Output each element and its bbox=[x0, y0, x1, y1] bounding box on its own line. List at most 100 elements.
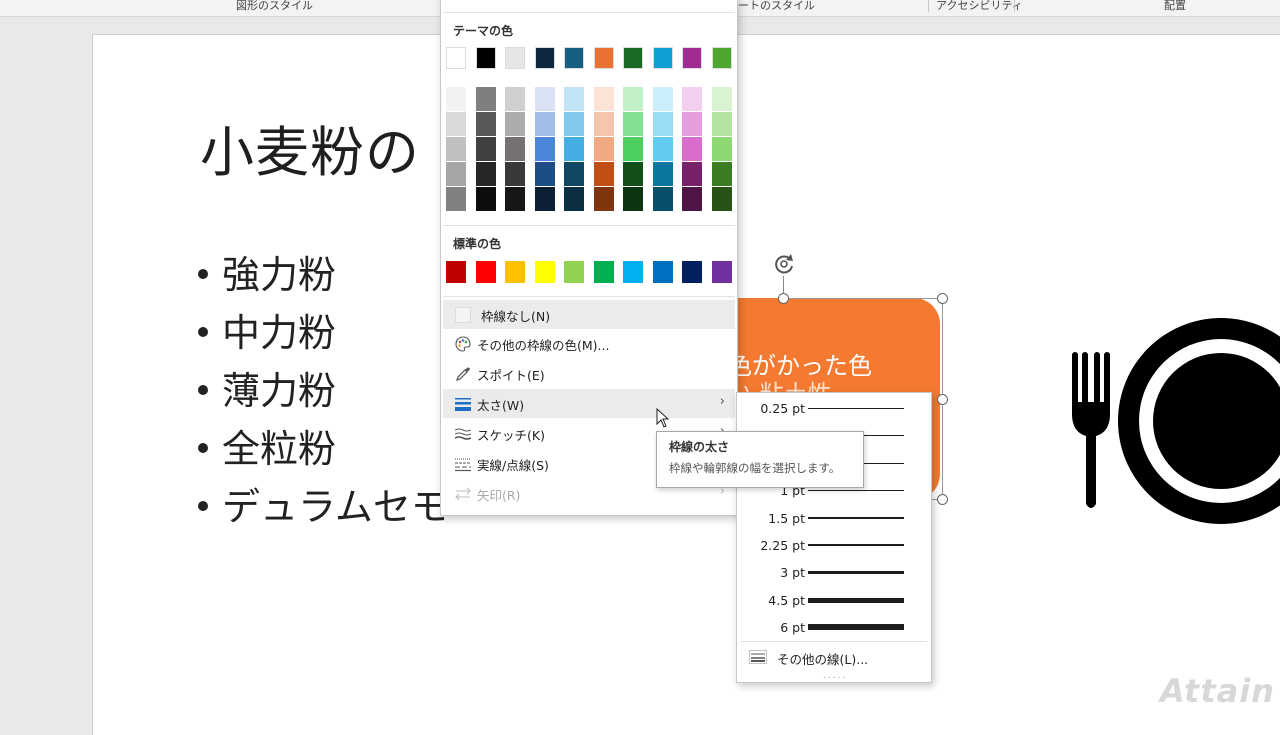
bullet-item[interactable]: 薄力粉 bbox=[198, 360, 336, 415]
theme-color-swatch[interactable] bbox=[505, 47, 525, 69]
theme-tint-swatch[interactable] bbox=[593, 112, 614, 136]
theme-tint-swatch[interactable] bbox=[505, 187, 525, 211]
theme-tint-swatch[interactable] bbox=[593, 87, 614, 111]
eyedropper-item[interactable]: スポイト(E) bbox=[443, 359, 735, 388]
ribbon-group-arrange[interactable]: 配置 bbox=[1164, 0, 1186, 13]
theme-tint-swatch[interactable] bbox=[475, 187, 496, 211]
more-outline-colors-item[interactable]: その他の枠線の色(M)... bbox=[443, 329, 735, 358]
fork-icon[interactable] bbox=[1068, 352, 1114, 512]
weight-option[interactable]: 3 pt bbox=[737, 559, 931, 586]
theme-tint-swatch[interactable] bbox=[593, 162, 614, 186]
theme-tint-swatch[interactable] bbox=[652, 187, 673, 211]
theme-color-swatch[interactable] bbox=[534, 47, 555, 69]
resize-handle-right[interactable] bbox=[937, 394, 948, 405]
weight-option[interactable]: 1.5 pt bbox=[737, 505, 931, 532]
slide-title[interactable]: 小麦粉の bbox=[200, 108, 420, 187]
more-lines-item[interactable]: その他の線(L)... bbox=[737, 646, 931, 670]
standard-color-swatch[interactable] bbox=[534, 261, 555, 283]
theme-tint-swatch[interactable] bbox=[564, 137, 584, 161]
standard-color-swatch[interactable] bbox=[623, 261, 643, 283]
theme-tint-swatch[interactable] bbox=[534, 187, 555, 211]
standard-color-swatch[interactable] bbox=[564, 261, 584, 283]
rotation-handle-icon[interactable] bbox=[771, 251, 797, 277]
weight-item[interactable]: 太さ(W) › bbox=[443, 389, 735, 418]
ribbon-group-shape-styles[interactable]: 図形のスタイル bbox=[236, 0, 313, 13]
theme-tint-swatch[interactable] bbox=[446, 187, 466, 211]
theme-tint-swatch[interactable] bbox=[564, 112, 584, 136]
standard-color-swatch[interactable] bbox=[652, 261, 673, 283]
ribbon-group-wordart-styles[interactable]: ートのスタイル bbox=[738, 0, 815, 13]
theme-tint-swatch[interactable] bbox=[593, 137, 614, 161]
theme-tint-swatch[interactable] bbox=[446, 87, 466, 111]
theme-tint-swatch[interactable] bbox=[652, 112, 673, 136]
theme-tint-swatch[interactable] bbox=[652, 162, 673, 186]
theme-color-swatch[interactable] bbox=[564, 47, 584, 69]
theme-color-swatch[interactable] bbox=[623, 47, 643, 69]
bullet-item[interactable]: 中力粉 bbox=[198, 302, 336, 357]
bullet-item[interactable]: デュラムセモ bbox=[198, 476, 449, 531]
theme-tint-swatch[interactable] bbox=[505, 137, 525, 161]
standard-color-swatch[interactable] bbox=[593, 261, 614, 283]
theme-color-swatch[interactable] bbox=[593, 47, 614, 69]
theme-tint-swatch[interactable] bbox=[623, 162, 643, 186]
theme-tint-swatch[interactable] bbox=[593, 187, 614, 211]
standard-color-swatch[interactable] bbox=[682, 261, 702, 283]
theme-tint-swatch[interactable] bbox=[564, 162, 584, 186]
weight-option[interactable]: 2.25 pt bbox=[737, 532, 931, 559]
theme-color-swatch[interactable] bbox=[711, 47, 732, 69]
theme-tint-swatch[interactable] bbox=[682, 137, 702, 161]
resize-grip-icon[interactable]: ..... bbox=[823, 671, 847, 681]
theme-tint-swatch[interactable] bbox=[475, 137, 496, 161]
theme-tint-swatch[interactable] bbox=[652, 87, 673, 111]
theme-tint-swatch[interactable] bbox=[623, 137, 643, 161]
theme-tint-swatch[interactable] bbox=[623, 187, 643, 211]
theme-tint-swatch[interactable] bbox=[534, 162, 555, 186]
standard-color-swatch[interactable] bbox=[475, 261, 496, 283]
resize-handle-top-right[interactable] bbox=[937, 293, 948, 304]
theme-tint-swatch[interactable] bbox=[505, 87, 525, 111]
theme-tint-swatch[interactable] bbox=[534, 112, 555, 136]
ribbon-group-accessibility[interactable]: アクセシビリティ bbox=[936, 0, 1023, 13]
bullet-item[interactable]: 全粒粉 bbox=[198, 418, 336, 473]
theme-tint-swatch[interactable] bbox=[475, 112, 496, 136]
theme-tint-swatch[interactable] bbox=[475, 87, 496, 111]
theme-color-swatch[interactable] bbox=[475, 47, 496, 69]
no-outline-item[interactable]: 枠線なし(N) bbox=[443, 300, 735, 329]
theme-tint-swatch[interactable] bbox=[623, 112, 643, 136]
theme-tint-swatch[interactable] bbox=[534, 137, 555, 161]
theme-tint-swatch[interactable] bbox=[564, 187, 584, 211]
theme-color-swatch[interactable] bbox=[652, 47, 673, 69]
theme-tint-swatch[interactable] bbox=[446, 137, 466, 161]
theme-tint-swatch[interactable] bbox=[475, 162, 496, 186]
bullet-dot bbox=[198, 384, 208, 395]
theme-tint-swatch[interactable] bbox=[682, 112, 702, 136]
theme-color-swatch[interactable] bbox=[446, 47, 466, 69]
theme-tint-swatch[interactable] bbox=[711, 137, 732, 161]
theme-tint-swatch[interactable] bbox=[623, 87, 643, 111]
theme-tint-swatch[interactable] bbox=[652, 137, 673, 161]
theme-tint-swatch[interactable] bbox=[711, 112, 732, 136]
weight-option[interactable]: 6 pt bbox=[737, 614, 931, 641]
resize-handle-top[interactable] bbox=[778, 293, 789, 304]
bullet-item[interactable]: 強力粉 bbox=[198, 244, 336, 299]
theme-tint-swatch[interactable] bbox=[682, 87, 702, 111]
theme-tint-swatch[interactable] bbox=[682, 162, 702, 186]
theme-tint-swatch[interactable] bbox=[711, 162, 732, 186]
weight-option[interactable]: 4.5 pt bbox=[737, 587, 931, 614]
theme-tint-swatch[interactable] bbox=[446, 162, 466, 186]
theme-tint-swatch[interactable] bbox=[564, 87, 584, 111]
theme-tint-swatch[interactable] bbox=[711, 187, 732, 211]
theme-tint-swatch[interactable] bbox=[505, 162, 525, 186]
theme-tint-swatch[interactable] bbox=[446, 112, 466, 136]
standard-color-swatch[interactable] bbox=[446, 261, 466, 283]
theme-tint-swatch[interactable] bbox=[534, 87, 555, 111]
theme-color-swatch[interactable] bbox=[682, 47, 702, 69]
standard-color-swatch[interactable] bbox=[505, 261, 525, 283]
theme-tint-swatch[interactable] bbox=[682, 187, 702, 211]
plate-icon[interactable] bbox=[1118, 318, 1280, 524]
theme-tint-swatch[interactable] bbox=[711, 87, 732, 111]
theme-tint-swatch[interactable] bbox=[505, 112, 525, 136]
standard-color-swatch[interactable] bbox=[711, 261, 732, 283]
weight-option[interactable]: 0.25 pt bbox=[737, 395, 931, 422]
resize-handle-bottom-right[interactable] bbox=[937, 494, 948, 505]
